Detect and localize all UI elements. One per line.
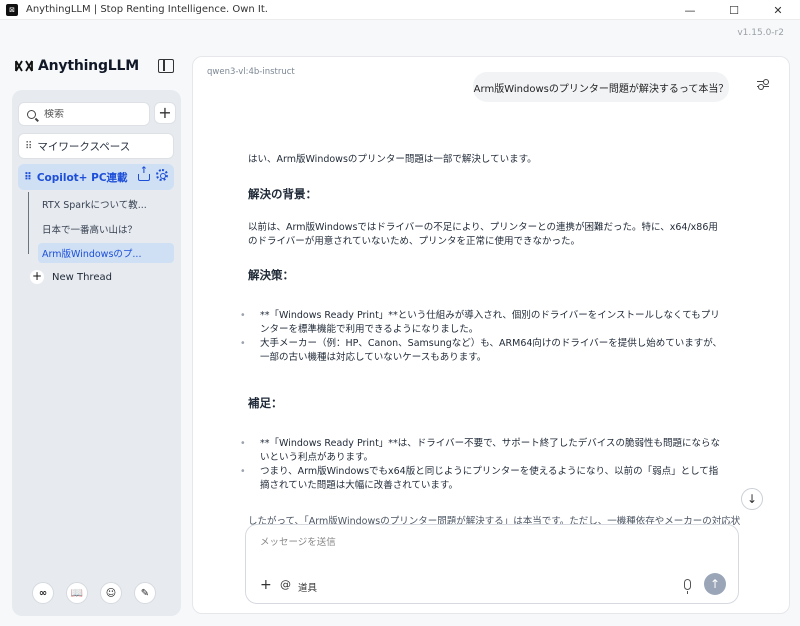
close-button[interactable]: ✕ (756, 0, 800, 20)
message-input[interactable] (260, 537, 720, 548)
answer-list: **「Windows Ready Print」**という仕組みが導入され、個別の… (240, 309, 723, 365)
chat-panel: qwen3-vl:4b-instruct Arm版Windowsのプリンター問題… (192, 56, 790, 614)
app-logo-icon: ⊠ (6, 3, 18, 16)
workspace-actions (138, 166, 168, 181)
sidebar-footer: ∞ 📖 ☺ ✎ (32, 582, 156, 604)
scroll-down-button[interactable]: ↓ (741, 488, 763, 510)
answer-paragraph: 以前は、Arm版Windowsではドライバーの不足により、プリンターとの連携が困… (248, 222, 718, 247)
thread-item[interactable]: RTX Sparkについて教... (38, 194, 174, 214)
drag-handle-icon[interactable]: ⠿ (24, 172, 32, 183)
brand: AnythingLLM (14, 58, 139, 74)
answer-heading: 解決策： (248, 268, 294, 282)
thread-item-active[interactable]: Arm版Windowsのプ... (38, 243, 174, 263)
answer-heading: 解決の背景： (248, 187, 317, 201)
version-bar: v1.15.0-r2 (0, 20, 800, 46)
drag-handle-icon[interactable]: ⠿ (25, 141, 32, 152)
docs-book-icon[interactable]: 📖 (66, 582, 88, 604)
workspace-label: マイワークスペース (37, 140, 131, 153)
send-button[interactable]: ↑ (704, 573, 726, 595)
window-titlebar: ⊠ AnythingLLM | Stop Renting Intelligenc… (0, 0, 800, 20)
search-box[interactable] (18, 102, 150, 126)
settings-wrench-icon[interactable]: ✎ (134, 582, 156, 604)
sidebar: + ⠿ マイワークスペース ⠿ Copilot+ PC連載 RTX Sparkに… (12, 90, 181, 616)
plus-icon: + (30, 269, 44, 284)
thread-tree-line (28, 192, 29, 254)
version-label: v1.15.0-r2 (737, 28, 784, 38)
list-item: つまり、Arm版Windowsでもx64版と同じようにプリンターを使えるようにな… (240, 465, 723, 493)
community-hub-icon[interactable]: ∞ (32, 582, 54, 604)
maximize-button[interactable]: ☐ (712, 0, 756, 20)
anythingllm-logo-icon (15, 60, 33, 72)
tools-button[interactable]: 道具 (298, 580, 317, 594)
workspace-item[interactable]: ⠿ マイワークスペース (18, 133, 174, 159)
answer-intro: はい、Arm版Windowsのプリンター問題は一部で解決しています。 (248, 154, 537, 165)
list-item: **「Windows Ready Print」**という仕組みが導入され、個別の… (240, 309, 723, 337)
list-item: **「Windows Ready Print」**は、ドライバー不要で、サポート… (240, 437, 723, 465)
workspace-label: Copilot+ PC連載 (36, 171, 128, 184)
upload-icon[interactable] (138, 166, 150, 181)
window-controls: — ☐ ✕ (668, 0, 800, 20)
microphone-icon[interactable] (684, 579, 691, 594)
search-input[interactable] (44, 108, 144, 120)
mention-at-icon[interactable]: @ (280, 578, 291, 591)
sidebar-toggle-icon[interactable] (158, 59, 174, 73)
user-message: Arm版Windowsのプリンター問題が解決するって本当？ (473, 72, 729, 102)
answer-list: **「Windows Ready Print」**は、ドライバー不要で、サポート… (240, 437, 723, 493)
list-item: 大手メーカー（例：HP、Canon、Samsungなど）も、ARM64向けのドラ… (240, 337, 723, 365)
model-label: qwen3-vl:4b-instruct (207, 67, 295, 77)
brand-name: AnythingLLM (38, 58, 139, 74)
gear-icon[interactable] (156, 169, 168, 181)
new-thread-button[interactable]: + New Thread (30, 270, 112, 284)
new-thread-label: New Thread (52, 271, 112, 283)
search-icon (27, 109, 36, 119)
workspace-item-active[interactable]: ⠿ Copilot+ PC連載 (18, 164, 174, 190)
answer-heading: 補足： (248, 396, 283, 410)
minimize-button[interactable]: — (668, 0, 712, 20)
add-workspace-button[interactable]: + (154, 102, 176, 124)
sliders-icon[interactable] (757, 78, 769, 92)
window-title: AnythingLLM | Stop Renting Intelligence.… (26, 4, 268, 15)
attach-plus-icon[interactable]: + (260, 577, 272, 593)
discord-icon[interactable]: ☺ (100, 582, 122, 604)
message-composer: + @ 道具 ↑ (245, 524, 739, 604)
thread-item[interactable]: 日本で一番高い山は？ (38, 219, 174, 239)
